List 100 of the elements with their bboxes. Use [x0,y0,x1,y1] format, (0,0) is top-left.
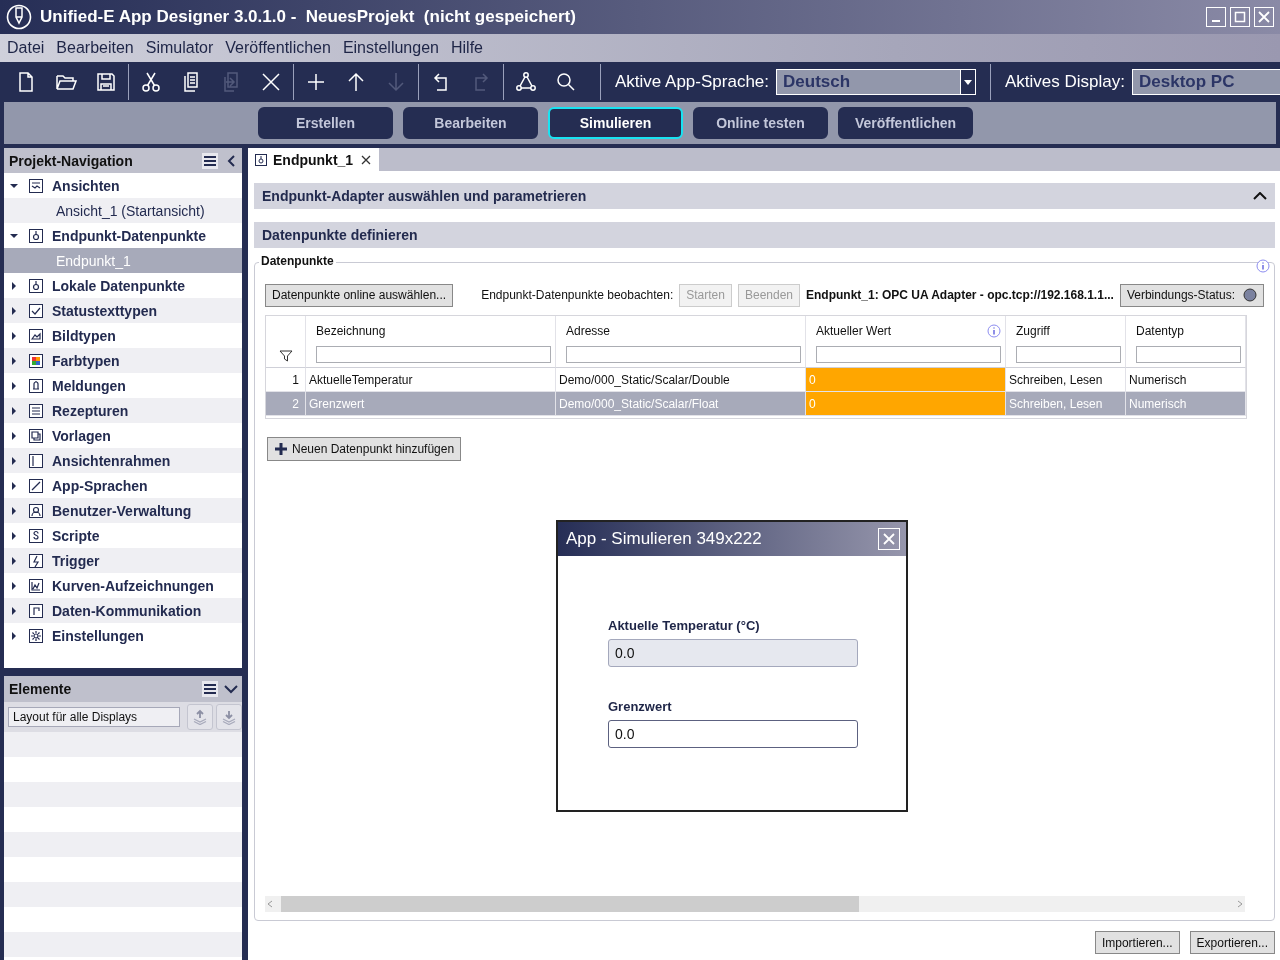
filter-field[interactable] [816,346,1001,363]
table-cell: Schreiben, Lesen [1006,392,1126,416]
input-field[interactable]: 0.0 [608,720,858,748]
mode-tab[interactable]: Erstellen [258,107,393,139]
tree-item[interactable]: Trigger [4,548,242,573]
maximize-icon [1234,11,1246,23]
close-button[interactable] [878,528,900,550]
tree-item[interactable]: Rezepturen [4,398,242,423]
menu-item[interactable]: Einstellungen [336,39,445,57]
status-label: Verbindungs-Status: [1126,288,1235,302]
tree-node-icon [28,227,44,244]
tree-item[interactable]: Benutzer-Verwaltung [4,498,242,523]
field-label: Grenzwert [608,699,673,714]
menu-item[interactable]: Veröffentlichen [219,39,337,57]
filter-field[interactable] [1136,346,1241,363]
button-label: Neuen Datenpunkt hinzufügen [292,442,455,456]
menu-item[interactable]: Simulator [139,39,220,57]
layer-up-button[interactable] [187,704,213,730]
tree-node-icon [28,602,44,619]
close-icon [1258,11,1270,23]
table-cell: 0 [806,392,1006,416]
table-cell: Demo/000_Static/Scalar/Float [556,392,806,416]
minimize-button[interactable] [1206,7,1226,27]
menu-item[interactable]: Datei [1,39,51,57]
tree-item[interactable]: Statustexttypen [4,298,242,323]
close-icon [883,533,895,545]
group-title: Datenpunkte [259,254,336,268]
layer-down-button[interactable] [216,704,242,730]
section-header[interactable]: Datenpunkte definieren [254,222,1275,248]
tree-node-icon [28,577,44,594]
tree-node-icon [28,502,44,519]
filter-field[interactable] [1016,346,1121,363]
tab-label: Endpunkt_1 [273,151,354,168]
expand-arrow-icon [10,456,18,465]
footer-button[interactable]: Importieren... [1094,931,1180,954]
menu-item[interactable]: Hilfe [444,39,489,57]
tree-node-icon [28,452,44,469]
table-cell: 0 [806,368,1006,392]
tree-node-icon [28,302,44,319]
status-indicator-icon [1242,288,1257,302]
select-online-button[interactable]: Datenpunkte online auswählen... [265,283,454,307]
document-tab[interactable]: Endpunkt_1 [248,148,380,171]
dropdown-arrow-icon [964,79,973,85]
mode-tab[interactable]: Simulieren [548,107,683,139]
section-title: Datenpunkte definieren [262,227,418,243]
scrollbar-thumb[interactable] [281,896,859,912]
expand-arrow-icon [10,306,18,315]
observe-label: Endpunkt-Datenpunkte beobachten: [481,288,674,302]
menu-icon [202,681,218,697]
close-button[interactable] [1254,7,1274,27]
input-field[interactable]: 0.0 [608,639,858,667]
mode-tab[interactable]: Bearbeiten [403,107,538,139]
scroll-right-icon[interactable] [1235,899,1245,909]
filter-icon [278,349,293,363]
expand-arrow-icon [10,381,18,390]
expand-arrow-icon [10,181,18,190]
footer-button[interactable]: Exportieren... [1189,931,1275,954]
expand-arrow-icon [10,606,18,615]
tree-item[interactable]: Farbtypen [4,348,242,373]
adapter-info: Endpunkt_1: OPC UA Adapter - opc.tcp://192.168.1.1... [806,288,1114,302]
display-field[interactable]: Desktop PC [1132,69,1280,95]
dialog-title: App - Simulieren 349x222 [566,529,762,549]
mode-tab[interactable]: Veröffentlichen [838,107,973,139]
expand-arrow-icon [10,481,18,490]
scroll-left-icon[interactable] [265,899,275,909]
menu-icon [202,152,218,169]
panel-title: Elemente [9,681,73,697]
tree-node-icon [28,177,44,194]
tree-node-icon [28,627,44,644]
column-header[interactable]: Adresse [566,324,611,338]
filter-field[interactable] [316,346,551,363]
menu-item[interactable]: Bearbeiten [50,39,140,57]
connection-status-button[interactable]: Verbindungs-Status: [1119,283,1264,307]
endpoint-icon [254,152,268,167]
tree-item[interactable]: Ansichtenrahmen [4,448,242,473]
column-header[interactable]: Aktueller Wert [816,324,892,338]
tree-node-icon [28,527,44,544]
plus-icon [274,442,288,456]
layout-field[interactable]: Layout für alle Displays [8,707,180,727]
language-dropdown[interactable]: Deutsch [776,69,977,95]
tree-node-icon [28,352,44,369]
column-header[interactable]: Zugriff [1016,324,1050,338]
filter-field[interactable] [566,346,801,363]
maximize-button[interactable] [1230,7,1250,27]
section-header[interactable]: Endpunkt-Adapter auswählen und parametrieren [254,183,1275,209]
horizontal-scrollbar[interactable] [265,896,1245,912]
window-title: Unified-E App Designer 3.0.1.0 - NeuesProjekt (nicht gespeichert) [40,7,576,27]
tree-node-icon [28,552,44,569]
expand-arrow-icon [10,556,18,565]
add-datapoint-button[interactable]: Neuen Datenpunkt hinzufügen [267,437,462,461]
info-icon [1255,259,1270,273]
tree-item[interactable]: Daten-Kommunikation [4,598,242,623]
mode-tab[interactable]: Online testen [693,107,828,139]
language-label: Aktive App-Sprache: [615,72,770,92]
tree-item[interactable]: Ansicht_1 (Startansicht) [4,198,242,223]
minimize-icon [1212,20,1220,22]
column-header[interactable]: Datentyp [1136,324,1185,338]
expand-arrow-icon [10,431,18,440]
column-header[interactable]: Bezeichnung [316,324,386,338]
panel-title: Projekt-Navigation [9,152,134,169]
